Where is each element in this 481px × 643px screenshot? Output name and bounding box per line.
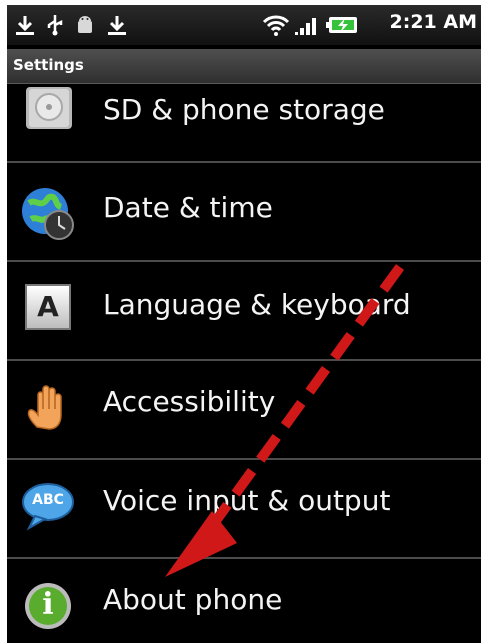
globe-clock-icon <box>22 188 74 240</box>
status-bar: 2:21 AM <box>7 5 481 45</box>
usb-icon <box>47 15 63 36</box>
page-title: Settings <box>13 56 84 74</box>
settings-item-label: Voice input & output <box>103 484 391 517</box>
info-icon: i <box>23 581 73 631</box>
hand-icon <box>27 385 62 430</box>
settings-item-label: SD & phone storage <box>103 93 385 126</box>
phone-screen: 2:21 AM Settings SD & phone storage Date… <box>7 5 481 643</box>
speech-bubble-text: ABC <box>32 492 64 508</box>
settings-item-about-phone[interactable]: i About phone <box>7 559 481 643</box>
sd-card-icon <box>26 87 72 129</box>
battery-charging-icon <box>326 17 357 33</box>
settings-item-label: Date & time <box>103 191 273 224</box>
status-time: 2:21 AM <box>389 11 478 33</box>
settings-item-voice-input-output[interactable]: ABC Voice input & output <box>7 460 481 557</box>
download-icon <box>16 16 34 35</box>
settings-list: SD & phone storage Date & time A Languag… <box>7 83 481 643</box>
settings-item-sd-phone-storage[interactable]: SD & phone storage <box>7 83 481 161</box>
settings-item-label: Accessibility <box>103 385 276 418</box>
settings-title-bar: Settings <box>7 49 481 84</box>
android-debug-icon <box>78 16 92 33</box>
settings-item-label: About phone <box>103 583 283 616</box>
settings-item-language-keyboard[interactable]: A Language & keyboard <box>7 262 481 359</box>
wifi-icon <box>262 15 290 36</box>
settings-item-label: Language & keyboard <box>103 288 411 321</box>
keyboard-a-icon: A <box>25 284 71 330</box>
info-letter: i <box>42 587 54 622</box>
speech-bubble-abc-icon: ABC <box>21 480 75 532</box>
settings-item-accessibility[interactable]: Accessibility <box>7 361 481 458</box>
download-icon <box>108 16 126 35</box>
signal-icon <box>295 18 316 35</box>
settings-item-date-time[interactable]: Date & time <box>7 163 481 260</box>
